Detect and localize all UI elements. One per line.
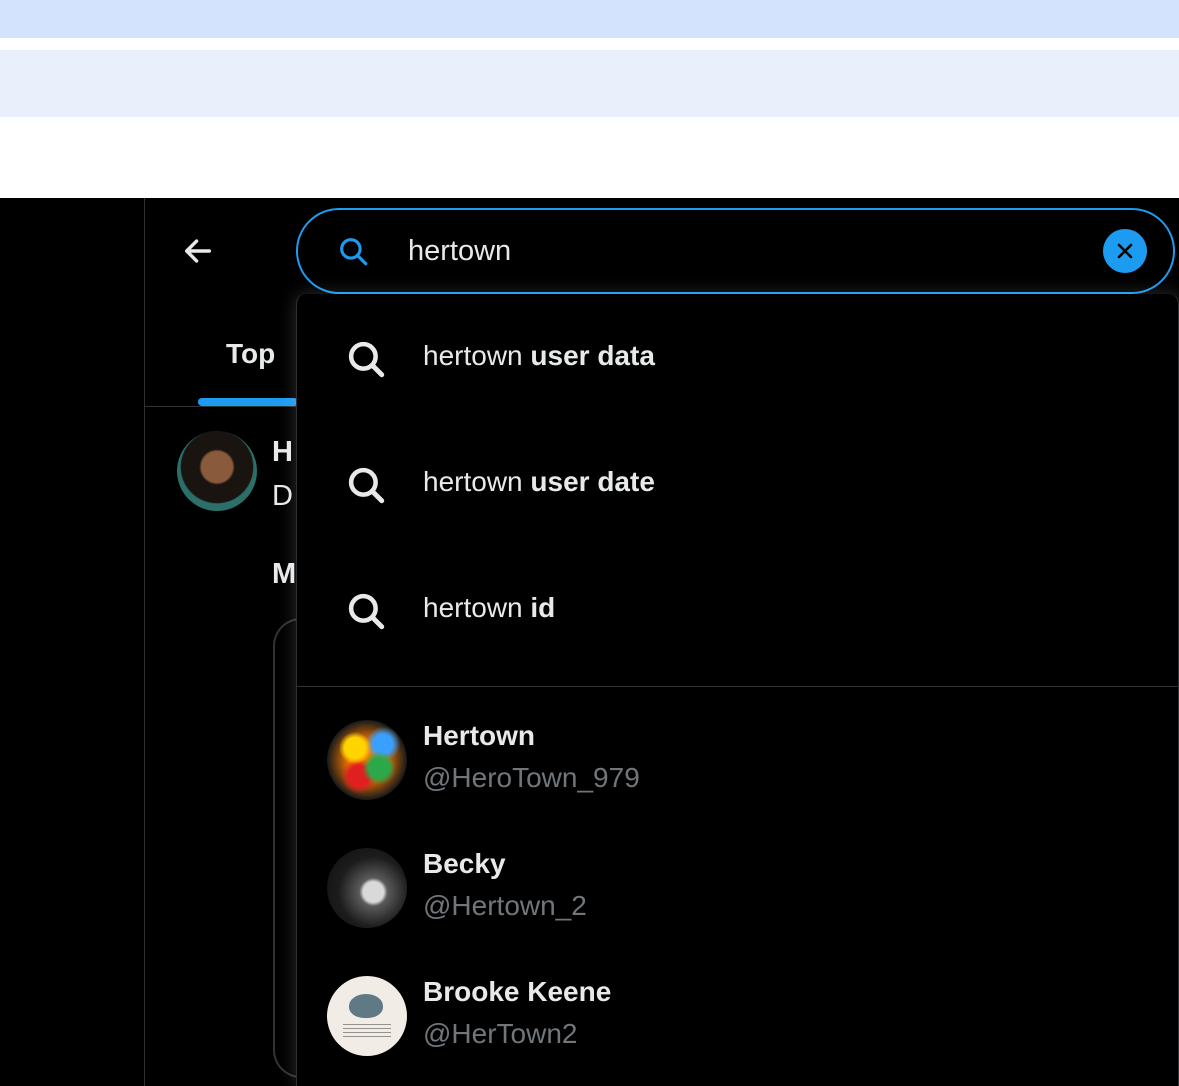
search-bar[interactable] bbox=[296, 208, 1175, 294]
user-display-name: Hertown bbox=[423, 720, 535, 751]
avatar-text-decoration bbox=[343, 1024, 391, 1038]
query-suggestion-text: hertown user date bbox=[423, 466, 655, 498]
user-suggestion[interactable]: Hertown @HeroTown_979 bbox=[297, 690, 1178, 818]
post-author-avatar[interactable] bbox=[177, 431, 257, 511]
search-icon bbox=[348, 593, 385, 630]
browser-toolbar bbox=[0, 50, 1179, 117]
query-suggestion[interactable]: hertown user date bbox=[297, 420, 1178, 546]
user-display-name: Becky bbox=[423, 848, 506, 879]
suggestions-divider bbox=[297, 686, 1178, 687]
browser-tab-strip bbox=[0, 0, 1179, 38]
user-handle: @HeroTown_979 bbox=[423, 762, 640, 793]
query-suggestion[interactable]: hertown user data bbox=[297, 294, 1178, 420]
search-input[interactable] bbox=[408, 228, 1088, 274]
avatar bbox=[327, 720, 407, 800]
tab-top[interactable]: Top bbox=[198, 326, 298, 408]
query-suggestion-text: hertown user data bbox=[423, 340, 655, 372]
query-completion: user data bbox=[522, 340, 655, 371]
clear-search-button[interactable] bbox=[1103, 229, 1147, 273]
left-navigation-column bbox=[0, 198, 145, 1086]
close-icon bbox=[1117, 243, 1133, 259]
post-text-more: M bbox=[272, 558, 296, 590]
search-icon bbox=[348, 341, 385, 378]
search-icon bbox=[348, 467, 385, 504]
avatar bbox=[327, 976, 407, 1056]
tabs-divider bbox=[145, 406, 297, 407]
user-display-name: Brooke Keene bbox=[423, 976, 612, 1007]
query-completion: user date bbox=[522, 466, 655, 497]
query-prefix: hertown bbox=[423, 592, 523, 623]
active-tab-indicator bbox=[198, 398, 298, 406]
bird-icon bbox=[349, 994, 383, 1018]
query-suggestion[interactable]: hertown id bbox=[297, 546, 1178, 672]
browser-divider bbox=[0, 38, 1179, 50]
post-author-name[interactable]: H bbox=[272, 436, 296, 469]
back-button[interactable] bbox=[172, 228, 224, 274]
search-suggestions-dropdown: hertown user data hertown user date hert… bbox=[296, 294, 1179, 1086]
query-prefix: hertown bbox=[423, 466, 523, 497]
browser-page-strip bbox=[0, 117, 1179, 198]
search-page: Top H D M hertown user data bbox=[0, 198, 1179, 1086]
user-handle: @HerTown2 bbox=[423, 1018, 578, 1049]
query-prefix: hertown bbox=[423, 340, 523, 371]
avatar bbox=[327, 848, 407, 928]
query-completion: id bbox=[522, 592, 556, 623]
search-icon bbox=[340, 238, 368, 266]
user-handle: @Hertown_2 bbox=[423, 890, 587, 921]
tab-top-label: Top bbox=[226, 338, 276, 369]
query-suggestion-text: hertown id bbox=[423, 592, 555, 624]
user-suggestion[interactable]: Brooke Keene @HerTown2 bbox=[297, 946, 1178, 1074]
post-text-line: D bbox=[272, 480, 293, 512]
arrow-left-icon bbox=[184, 239, 212, 263]
user-suggestion[interactable]: Becky @Hertown_2 bbox=[297, 818, 1178, 946]
